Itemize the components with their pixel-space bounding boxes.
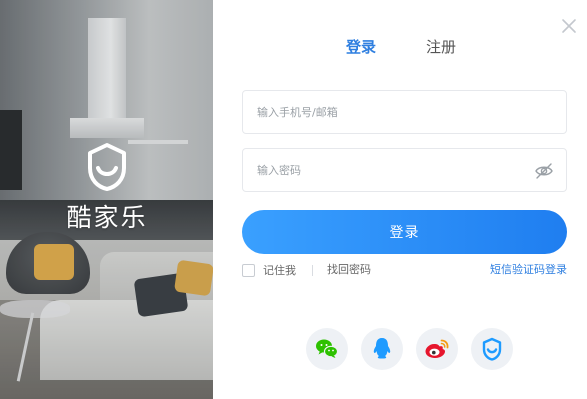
auth-tabs: 登录 注册 (213, 36, 587, 60)
password-input[interactable] (243, 149, 566, 191)
phone-email-input[interactable] (243, 91, 566, 133)
social-login (306, 328, 513, 370)
close-icon[interactable] (561, 18, 577, 34)
login-button[interactable]: 登录 (242, 210, 567, 254)
qq-icon (373, 338, 391, 359)
weibo-icon (425, 339, 449, 358)
qq-login-button[interactable] (361, 328, 403, 370)
weibo-login-button[interactable] (416, 328, 458, 370)
brand-logo: 酷家乐 (58, 142, 156, 234)
remember-label: 记住我 (263, 264, 296, 277)
wechat-icon (316, 339, 339, 358)
tab-register[interactable]: 注册 (426, 36, 456, 57)
brand-name: 酷家乐 (66, 203, 148, 232)
options-divider (312, 265, 313, 276)
remember-me[interactable]: 记住我 (242, 262, 296, 278)
forgot-password-link[interactable]: 找回密码 (327, 262, 371, 278)
login-options: 记住我 找回密码 短信验证码登录 (242, 262, 567, 280)
phone-email-field (242, 90, 567, 134)
hero-image: 酷家乐 (0, 0, 213, 399)
kujiale-login-button[interactable] (471, 328, 513, 370)
sms-login-link[interactable]: 短信验证码登录 (490, 262, 567, 278)
wechat-login-button[interactable] (306, 328, 348, 370)
remember-checkbox[interactable] (242, 263, 255, 277)
password-field (242, 148, 567, 192)
eye-off-icon[interactable] (534, 162, 554, 180)
login-panel: 登录 注册 登录 记住我 找回密码 短信验证码登录 (213, 0, 587, 399)
kujiale-logo-icon (88, 143, 126, 191)
kujiale-icon (482, 337, 502, 361)
tab-login[interactable]: 登录 (346, 36, 376, 57)
